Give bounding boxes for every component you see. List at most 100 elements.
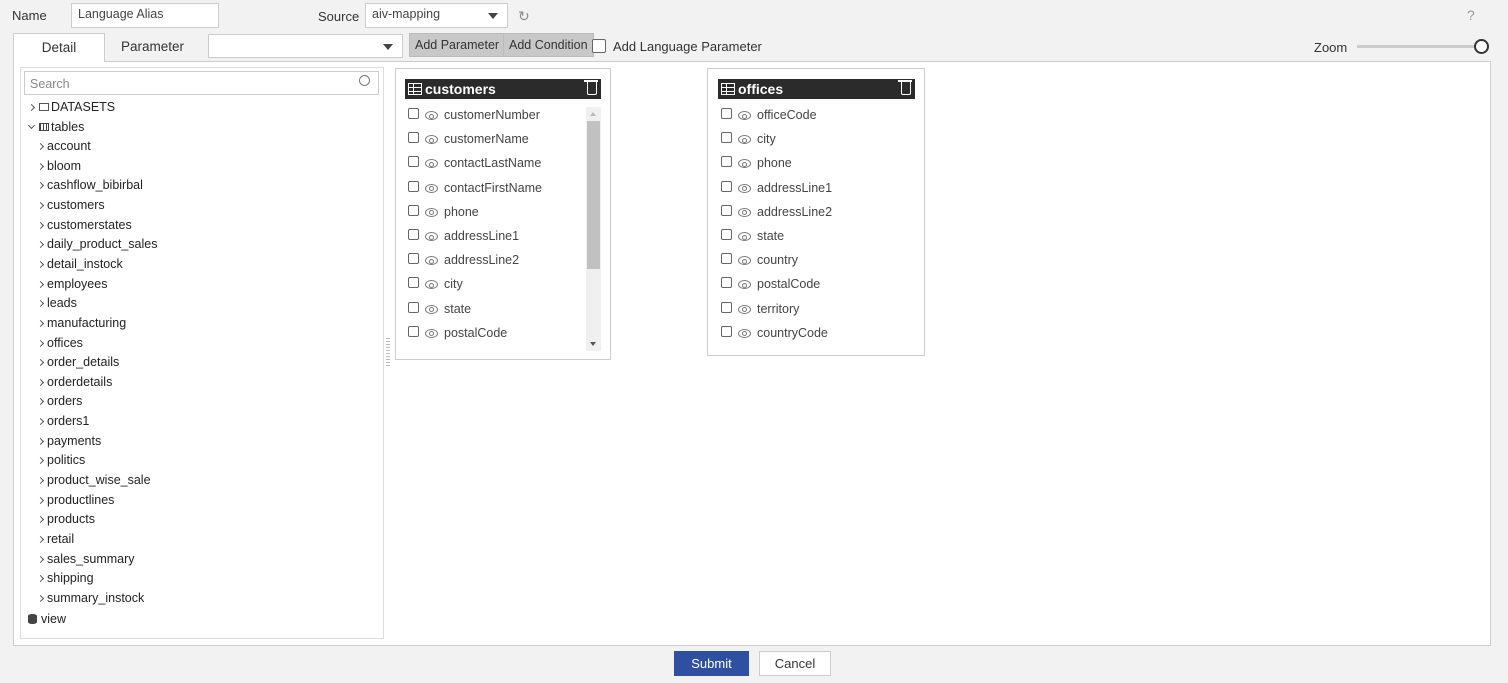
- field-row[interactable]: city: [721, 130, 776, 148]
- field-checkbox[interactable]: [721, 156, 732, 168]
- submit-button[interactable]: Submit: [674, 651, 749, 676]
- field-checkbox[interactable]: [408, 132, 419, 144]
- field-row[interactable]: contactFirstName: [408, 179, 542, 197]
- field-row[interactable]: countryCode: [721, 324, 828, 342]
- tree-view[interactable]: view: [28, 610, 66, 628]
- tree-item-retail[interactable]: retail: [36, 530, 74, 548]
- field-row[interactable]: addressLine1: [721, 179, 832, 197]
- source-select[interactable]: aiv-mapping: [365, 3, 508, 28]
- field-row[interactable]: city: [408, 275, 463, 293]
- tree-item-orderdetails[interactable]: orderdetails: [36, 373, 112, 391]
- tree-datasets[interactable]: DATASETS: [27, 98, 115, 116]
- tree-item-order_details[interactable]: order_details: [36, 353, 119, 371]
- field-row[interactable]: phone: [721, 154, 792, 172]
- eye-icon[interactable]: [425, 280, 438, 290]
- field-row[interactable]: phone: [408, 203, 479, 221]
- tree-item-orders1[interactable]: orders1: [36, 412, 89, 430]
- field-row[interactable]: territory: [721, 300, 799, 318]
- field-row[interactable]: country: [721, 251, 798, 269]
- tree-item-offices[interactable]: offices: [36, 334, 83, 352]
- help-icon[interactable]: ?: [1467, 7, 1475, 23]
- table-card-offices[interactable]: offices officeCode city phone addressLine1 a…: [707, 68, 925, 356]
- tree-item-sales_summary[interactable]: sales_summary: [36, 550, 135, 568]
- search-icon[interactable]: [359, 75, 370, 86]
- trash-icon[interactable]: [898, 80, 912, 95]
- field-row[interactable]: postalCode: [721, 275, 820, 293]
- field-row[interactable]: state: [721, 227, 784, 245]
- field-checkbox[interactable]: [721, 325, 732, 337]
- eye-icon[interactable]: [425, 111, 438, 120]
- field-checkbox[interactable]: [721, 204, 732, 216]
- field-checkbox[interactable]: [408, 229, 419, 240]
- table-card-customers[interactable]: customers customerNumber customerName cont…: [395, 68, 611, 360]
- eye-icon[interactable]: [738, 183, 751, 193]
- field-row[interactable]: postalCode: [408, 324, 507, 342]
- tree-item-orders[interactable]: orders: [36, 392, 82, 410]
- refresh-icon[interactable]: ↻: [518, 8, 530, 25]
- scrollbar-thumb[interactable]: [587, 121, 600, 269]
- eye-icon[interactable]: [425, 232, 438, 241]
- add-condition-button[interactable]: Add Condition: [503, 33, 594, 57]
- field-checkbox[interactable]: [721, 301, 732, 313]
- field-checkbox[interactable]: [408, 156, 419, 168]
- eye-icon[interactable]: [738, 111, 751, 120]
- tree-item-employees[interactable]: employees: [36, 275, 107, 293]
- eye-icon[interactable]: [425, 207, 438, 217]
- field-row[interactable]: officeCode: [721, 106, 817, 124]
- field-checkbox[interactable]: [721, 253, 732, 265]
- field-checkbox[interactable]: [721, 132, 732, 144]
- tree-item-daily_product_sales[interactable]: daily_product_sales: [36, 235, 158, 253]
- tree-item-manufacturing[interactable]: manufacturing: [36, 314, 126, 332]
- eye-icon[interactable]: [738, 256, 751, 266]
- cancel-button[interactable]: Cancel: [759, 651, 831, 676]
- tree-item-cashflow_bibirbal[interactable]: cashflow_bibirbal: [36, 176, 143, 194]
- field-row[interactable]: customerName: [408, 130, 529, 148]
- field-row[interactable]: addressLine2: [721, 203, 832, 221]
- field-checkbox[interactable]: [408, 325, 419, 337]
- tree-item-bloom[interactable]: bloom: [36, 157, 81, 175]
- field-row[interactable]: contactLastName: [408, 154, 541, 172]
- field-checkbox[interactable]: [408, 180, 419, 192]
- splitter-handle[interactable]: [386, 338, 390, 368]
- tree-item-shipping[interactable]: shipping: [36, 569, 94, 587]
- eye-icon[interactable]: [738, 232, 751, 241]
- field-row[interactable]: customerNumber: [408, 106, 540, 124]
- eye-icon[interactable]: [738, 280, 751, 290]
- tree-item-leads[interactable]: leads: [36, 294, 77, 312]
- field-row[interactable]: addressLine2: [408, 251, 519, 269]
- tab-detail[interactable]: Detail: [13, 33, 105, 62]
- tree-item-account[interactable]: account: [36, 137, 91, 155]
- tree-item-detail_instock[interactable]: detail_instock: [36, 255, 123, 273]
- eye-icon[interactable]: [425, 159, 438, 169]
- add-parameter-button[interactable]: Add Parameter: [409, 33, 506, 57]
- tree-item-customerstates[interactable]: customerstates: [36, 216, 132, 234]
- eye-icon[interactable]: [738, 135, 751, 145]
- field-checkbox[interactable]: [721, 108, 732, 119]
- eye-icon[interactable]: [738, 328, 751, 338]
- field-checkbox[interactable]: [408, 108, 419, 119]
- field-checkbox[interactable]: [721, 180, 732, 192]
- tree-item-summary_instock[interactable]: summary_instock: [36, 589, 144, 607]
- eye-icon[interactable]: [425, 304, 438, 314]
- field-checkbox[interactable]: [408, 204, 419, 216]
- zoom-slider-track[interactable]: [1357, 45, 1483, 48]
- tree-item-product_wise_sale[interactable]: product_wise_sale: [36, 471, 151, 489]
- field-checkbox[interactable]: [408, 277, 419, 289]
- add-language-parameter-checkbox[interactable]: [592, 39, 606, 53]
- parameter-select[interactable]: [208, 34, 403, 58]
- tree-item-politics[interactable]: politics: [36, 451, 85, 469]
- field-checkbox[interactable]: [721, 277, 732, 289]
- field-checkbox[interactable]: [408, 301, 419, 313]
- eye-icon[interactable]: [738, 159, 751, 169]
- field-row[interactable]: state: [408, 300, 471, 318]
- search-input[interactable]: Search: [24, 71, 379, 95]
- tab-parameter[interactable]: Parameter: [105, 33, 200, 61]
- eye-icon[interactable]: [425, 135, 438, 145]
- field-row[interactable]: addressLine1: [408, 227, 519, 245]
- scrollbar[interactable]: [586, 107, 601, 351]
- field-checkbox[interactable]: [408, 253, 419, 265]
- eye-icon[interactable]: [738, 304, 751, 314]
- eye-icon[interactable]: [425, 328, 438, 338]
- tree-item-products[interactable]: products: [36, 510, 95, 528]
- zoom-slider-handle[interactable]: [1474, 39, 1489, 54]
